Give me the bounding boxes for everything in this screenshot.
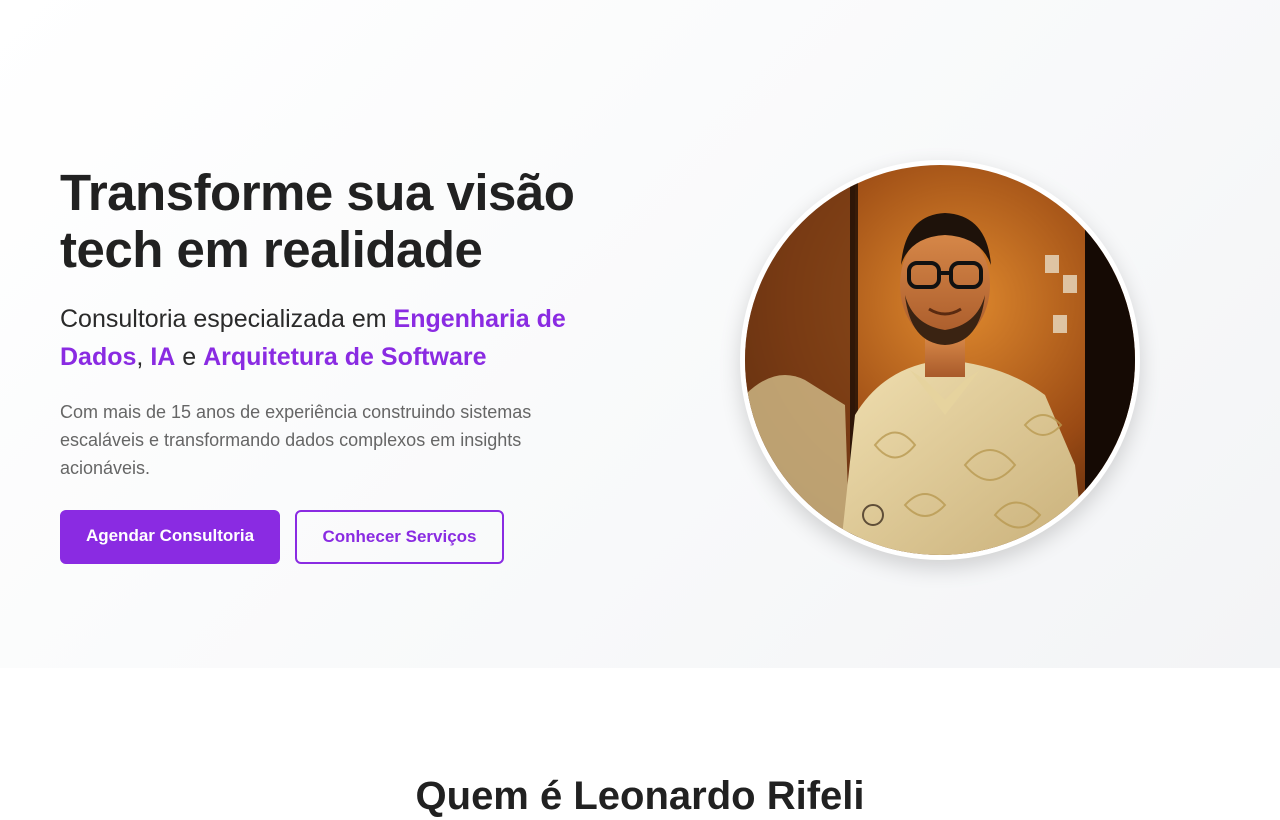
hero-subheadline: Consultoria especializada em Engenharia … [60, 300, 600, 376]
hero-text: Transforme sua visão tech em realidade C… [60, 164, 600, 482]
hero-headline: Transforme sua visão tech em realidade [60, 164, 575, 278]
subheadline-separator: , [136, 343, 151, 371]
highlight-software-architecture: Arquitetura de Software [203, 343, 487, 371]
subheadline-separator: e [175, 343, 204, 371]
highlight-ai: IA [150, 343, 176, 371]
hero-section: Transforme sua visão tech em realidade C… [0, 0, 1280, 668]
portrait-frame [740, 160, 1140, 560]
view-services-button[interactable]: Conhecer Serviços [295, 510, 504, 564]
hero-buttons: Agendar Consultoria Conhecer Serviços [60, 510, 504, 564]
about-section-title: Quem é Leonardo Rifeli [415, 774, 865, 818]
hero-description: Com mais de 15 anos de experiência const… [60, 402, 532, 478]
schedule-consultation-button[interactable]: Agendar Consultoria [60, 510, 280, 564]
subheadline-prefix: Consultoria especializada em [60, 305, 394, 333]
profile-photo [745, 165, 1135, 555]
